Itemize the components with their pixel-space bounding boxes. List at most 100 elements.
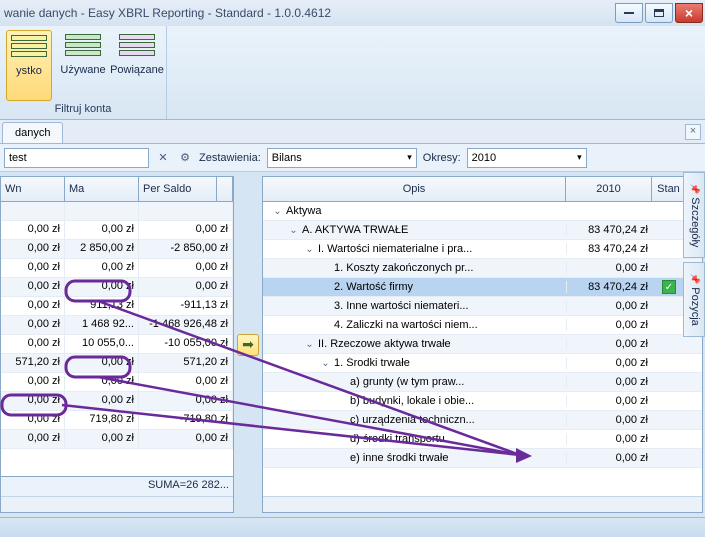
tree-row[interactable]: ⌄I. Wartości niematerialne i pra...83 47… <box>263 240 702 259</box>
table-row[interactable]: 0,00 zł2 850,00 zł-2 850,00 zł <box>1 240 233 259</box>
col-header-stan[interactable]: Stan <box>652 177 686 201</box>
list-linked-icon <box>119 34 155 60</box>
expander-icon[interactable]: ⌄ <box>304 339 315 350</box>
table-row[interactable]: 0,00 zł0,00 zł0,00 zł <box>1 430 233 449</box>
cell-stan: ✓ <box>652 280 686 294</box>
table-row[interactable]: 0,00 zł719,80 zł-719,80 zł <box>1 411 233 430</box>
tree-row[interactable]: d) środki transportu0,00 zł <box>263 430 702 449</box>
tab-close-button[interactable]: × <box>685 124 701 140</box>
tree-label: II. Rzeczowe aktywa trwałe <box>318 338 451 350</box>
minimize-icon <box>624 12 634 14</box>
zestawienia-select[interactable]: Bilans ▾ <box>267 148 417 168</box>
horizontal-scrollbar[interactable] <box>1 496 233 512</box>
search-input[interactable] <box>4 148 149 168</box>
horizontal-scrollbar[interactable] <box>263 496 702 512</box>
cell-opis: ⌄A. AKTYWA TRWAŁE <box>263 224 566 236</box>
col-header-opis[interactable]: Opis <box>263 177 566 201</box>
expander-icon[interactable]: ⌄ <box>272 206 283 217</box>
tree-label: 1. Koszty zakończonych pr... <box>334 262 473 274</box>
scroll-corner <box>217 177 233 201</box>
table-row[interactable]: 0,00 zł0,00 zł0,00 zł <box>1 392 233 411</box>
table-row[interactable]: 0,00 zł911,13 zł-911,13 zł <box>1 297 233 316</box>
cell-wn: 571,20 zł <box>1 354 65 372</box>
cell-opis: 4. Zaliczki na wartości niem... <box>263 319 566 331</box>
tab-danych[interactable]: danych <box>2 122 63 143</box>
expander-spacer <box>320 301 331 312</box>
cell-persaldo: -911,13 zł <box>139 297 233 315</box>
cell-value: 0,00 zł <box>566 338 652 350</box>
expander-spacer <box>336 434 347 445</box>
ribbon: ystko Używane Powiązane Filtruj konta <box>0 26 705 120</box>
cell-opis: c) urządzenia techniczn... <box>263 414 566 426</box>
ribbon-btn-wszystko[interactable]: ystko <box>6 30 52 101</box>
tree-row[interactable]: a) grunty (w tym praw...0,00 zł <box>263 373 702 392</box>
cell-value: 83 470,24 zł <box>566 224 652 236</box>
cell-ma: 2 850,00 zł <box>65 240 139 258</box>
chevron-down-icon: ▾ <box>577 152 582 163</box>
cell-value: 0,00 zł <box>566 376 652 388</box>
tree-row[interactable]: 3. Inne wartości niemateri...0,00 zł <box>263 297 702 316</box>
tree-row[interactable]: 4. Zaliczki na wartości niem...0,00 zł <box>263 316 702 335</box>
cell-wn: 0,00 zł <box>1 335 65 353</box>
cell-wn: 0,00 zł <box>1 240 65 258</box>
tree-body[interactable]: ⌄Aktywa⌄A. AKTYWA TRWAŁE83 470,24 zł⌄I. … <box>263 202 702 496</box>
tree-row[interactable]: 1. Koszty zakończonych pr... 0,00 zł <box>263 259 702 278</box>
table-row[interactable] <box>1 202 233 221</box>
tree-row[interactable]: ⌄Aktywa <box>263 202 702 221</box>
tree-row[interactable]: b) budynki, lokale i obie...0,00 zł <box>263 392 702 411</box>
table-row[interactable]: 0,00 zł10 055,0...-10 055,00 zł <box>1 335 233 354</box>
table-row[interactable]: 0,00 zł1 468 92...-1 468 926,48 zł <box>1 316 233 335</box>
transfer-right-button[interactable]: ➡ <box>237 334 259 356</box>
maximize-button[interactable] <box>645 3 673 23</box>
grid-body[interactable]: 0,00 zł0,00 zł0,00 zł0,00 zł2 850,00 zł-… <box>1 202 233 476</box>
cell-opis: b) budynki, lokale i obie... <box>263 395 566 407</box>
ribbon-btn-uzywane[interactable]: Używane <box>60 30 106 101</box>
gear-icon[interactable]: ⚙ <box>177 150 193 166</box>
list-all-icon <box>11 35 47 61</box>
close-button[interactable]: × <box>675 3 703 23</box>
minimize-button[interactable] <box>615 3 643 23</box>
table-row[interactable]: 0,00 zł0,00 zł0,00 zł <box>1 259 233 278</box>
clear-icon[interactable]: ✕ <box>155 150 171 166</box>
expander-spacer <box>320 263 331 274</box>
tree-row[interactable]: 2. Wartość firmy83 470,24 zł✓ <box>263 278 702 297</box>
expander-spacer <box>336 396 347 407</box>
ribbon-btn-powiazane[interactable]: Powiązane <box>114 30 160 101</box>
cell-value: 0,00 zł <box>566 319 652 331</box>
cell-ma <box>65 202 139 220</box>
cell-ma: 10 055,0... <box>65 335 139 353</box>
cell-ma: 0,00 zł <box>65 221 139 239</box>
tree-row[interactable]: c) urządzenia techniczn...0,00 zł <box>263 411 702 430</box>
tree-label: 2. Wartość firmy <box>334 281 413 293</box>
cell-ma: 0,00 zł <box>65 259 139 277</box>
cell-ma: 0,00 zł <box>65 430 139 448</box>
col-header-ma[interactable]: Ma <box>65 177 139 201</box>
cell-value: 0,00 zł <box>566 262 652 274</box>
side-tab-szczegoly[interactable]: 📌 Szczegóły <box>683 172 705 258</box>
expander-icon[interactable]: ⌄ <box>320 358 331 369</box>
tree-row[interactable]: ⌄1. Środki trwałe0,00 zł <box>263 354 702 373</box>
table-row[interactable]: 571,20 zł0,00 zł571,20 zł <box>1 354 233 373</box>
table-row[interactable]: 0,00 zł0,00 zł0,00 zł <box>1 221 233 240</box>
pin-icon: 📌 <box>690 273 700 284</box>
chevron-down-icon: ▾ <box>407 152 412 163</box>
expander-icon[interactable]: ⌄ <box>304 244 315 255</box>
expander-spacer <box>336 415 347 426</box>
expander-spacer <box>336 377 347 388</box>
tree-row[interactable]: ⌄II. Rzeczowe aktywa trwałe 0,00 zł <box>263 335 702 354</box>
tree-row[interactable]: e) inne środki trwałe0,00 zł <box>263 449 702 468</box>
cell-persaldo: 0,00 zł <box>139 221 233 239</box>
tree-label: 1. Środki trwałe <box>334 357 410 369</box>
col-header-wn[interactable]: Wn <box>1 177 65 201</box>
tree-label: b) budynki, lokale i obie... <box>350 395 474 407</box>
col-header-persaldo[interactable]: Per Saldo <box>139 177 217 201</box>
table-row[interactable]: 0,00 zł0,00 zł0,00 zł <box>1 278 233 297</box>
okresy-select[interactable]: 2010 ▾ <box>467 148 587 168</box>
cell-opis: ⌄Aktywa <box>263 205 566 217</box>
cell-opis: ⌄I. Wartości niematerialne i pra... <box>263 243 566 255</box>
table-row[interactable]: 0,00 zł0,00 zł0,00 zł <box>1 373 233 392</box>
side-tab-pozycja[interactable]: 📌 Pozycja <box>683 262 705 337</box>
col-header-2010[interactable]: 2010 <box>566 177 652 201</box>
expander-icon[interactable]: ⌄ <box>288 225 299 236</box>
tree-row[interactable]: ⌄A. AKTYWA TRWAŁE83 470,24 zł <box>263 221 702 240</box>
